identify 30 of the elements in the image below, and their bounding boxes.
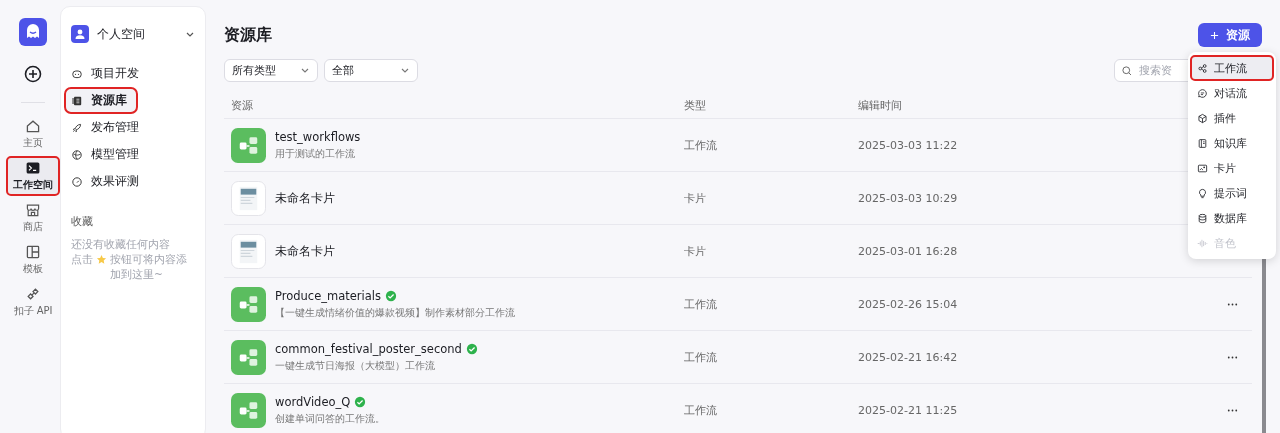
resource-name: test_workflows bbox=[275, 129, 361, 144]
resource-name: Produce_materials bbox=[275, 288, 381, 303]
hint-text: 按钮可将内容添加到这里~ bbox=[110, 252, 188, 282]
empty-message: 还没有收藏任何内容 bbox=[71, 237, 171, 252]
section-title: 收藏 bbox=[71, 214, 94, 229]
table-cell: 2025-03-03 11:22 bbox=[858, 138, 958, 152]
table-cell: 2025-02-21 11:25 bbox=[858, 403, 958, 417]
table-cell: 2025-03-01 16:28 bbox=[858, 244, 958, 258]
table-cell: 工作流 bbox=[684, 137, 717, 153]
table-cell: 工作流 bbox=[684, 349, 717, 365]
table-cell: 2025-03-03 10:29 bbox=[858, 191, 958, 205]
column-header: 类型 bbox=[683, 97, 707, 113]
resource-description: 【一键生成情绪价值的爆款视频】制作素材部分工作流 bbox=[275, 305, 515, 320]
table-cell: 2025-02-21 16:42 bbox=[858, 350, 958, 364]
table-cell: 工作流 bbox=[684, 296, 717, 312]
hint-text: 点击 bbox=[71, 252, 93, 267]
resource-name: common_festival_poster_second bbox=[275, 341, 462, 356]
resource-name: wordVideo_Q bbox=[275, 394, 351, 409]
resource-name: 未命名卡片 bbox=[275, 190, 335, 206]
resource-description: 创建单词问答的工作流。 bbox=[275, 411, 385, 426]
page-title: 资源库 bbox=[224, 24, 272, 46]
table-cell: 2025-02-26 15:04 bbox=[858, 297, 958, 311]
table-cell: 工作流 bbox=[684, 402, 717, 418]
resource-name: 未命名卡片 bbox=[275, 243, 335, 259]
column-header: 编辑时间 bbox=[857, 97, 903, 113]
table-cell: 卡片 bbox=[684, 243, 706, 259]
resource-description: 一键生成节日海报（大模型）工作流 bbox=[275, 358, 436, 373]
resource-description: 用于测试的工作流 bbox=[275, 146, 356, 161]
column-header: 资源 bbox=[230, 97, 254, 113]
table-cell: 卡片 bbox=[684, 190, 706, 206]
